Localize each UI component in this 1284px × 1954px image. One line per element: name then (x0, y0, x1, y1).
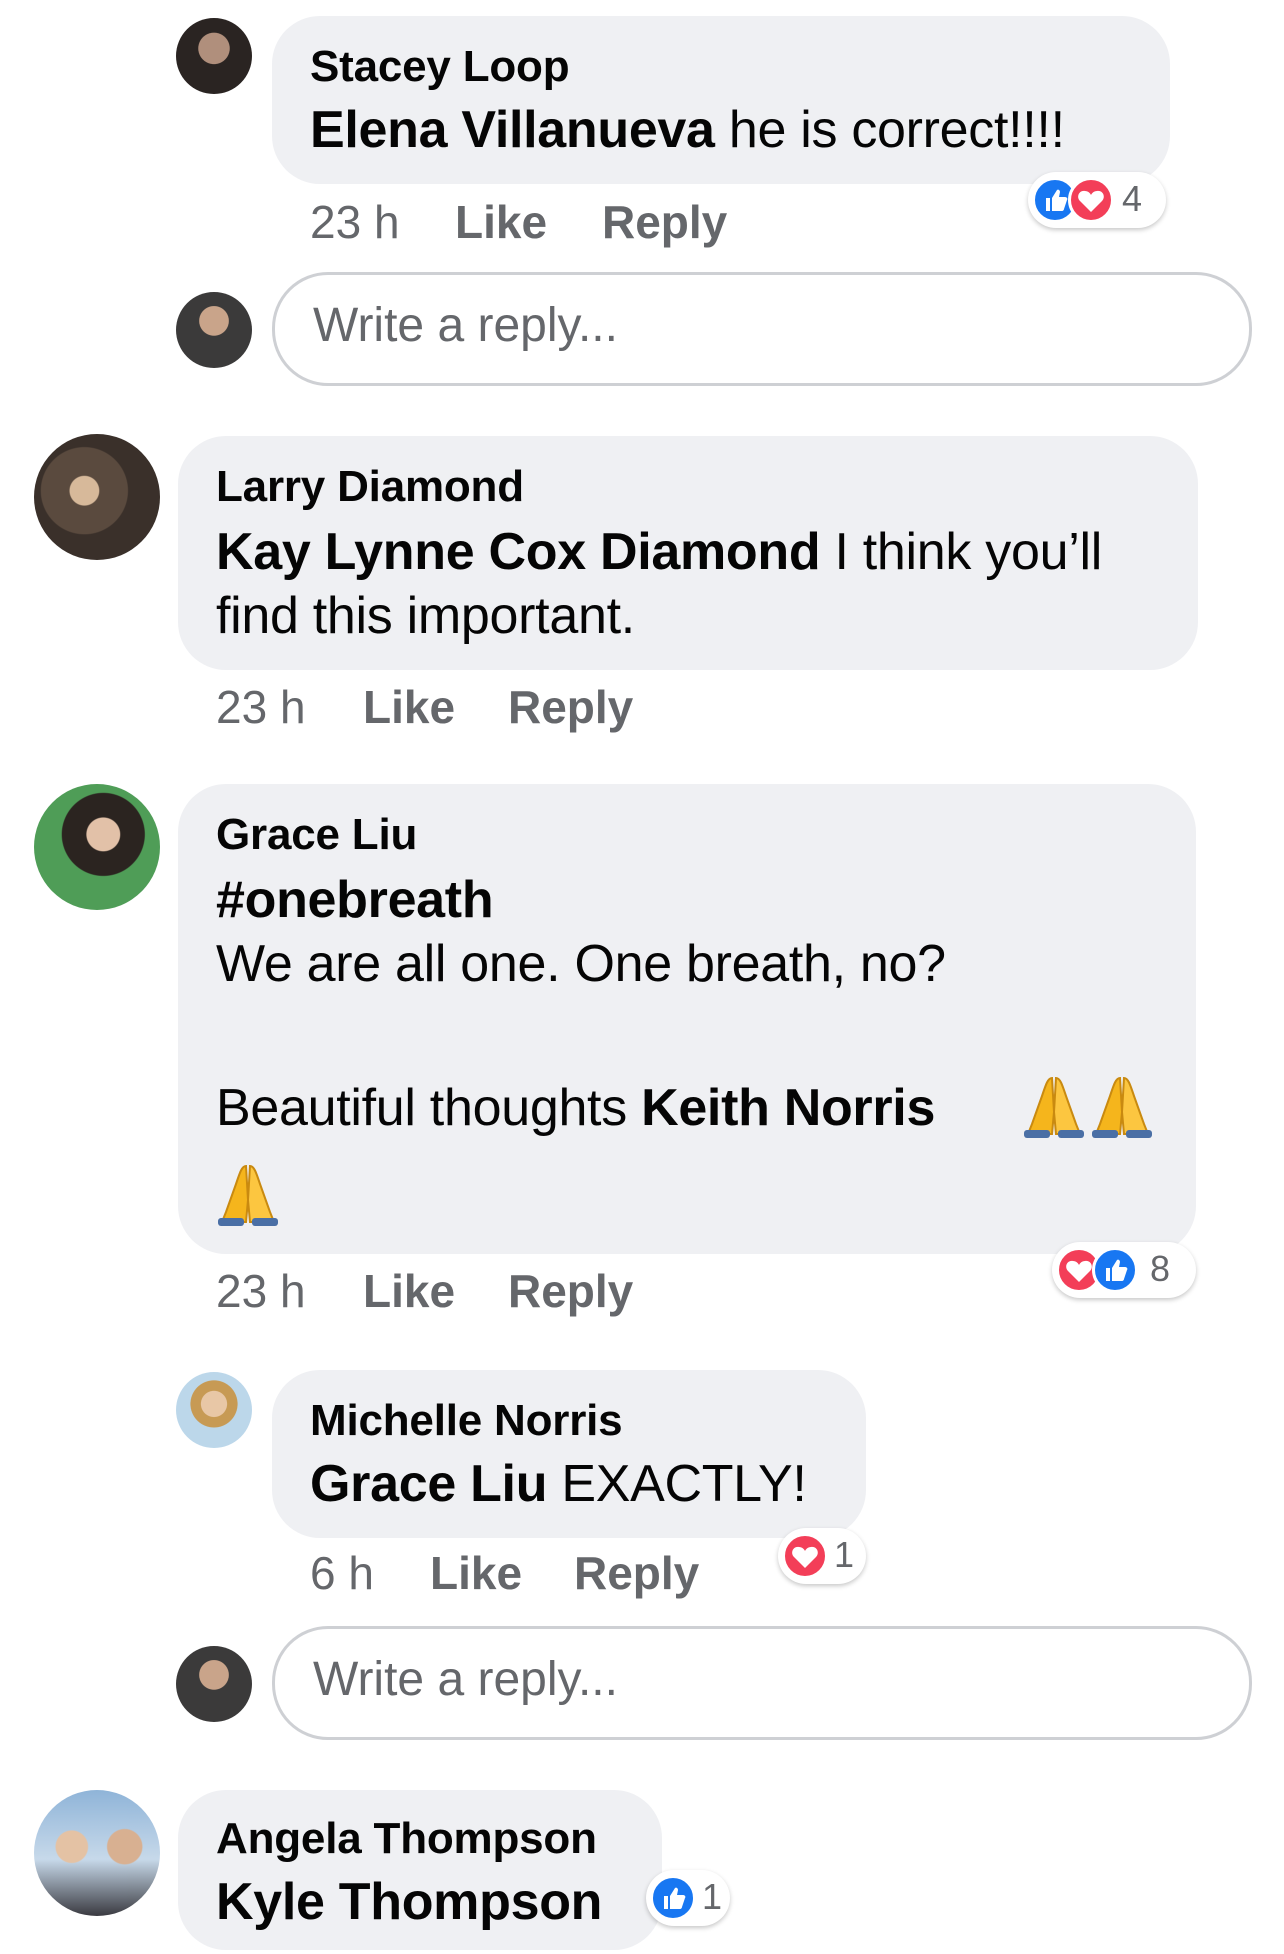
like-icon (1092, 1247, 1138, 1293)
comment-timestamp: 23 h (310, 196, 400, 248)
avatar-stacey-loop[interactable] (176, 18, 252, 94)
reaction-count: 1 (702, 1876, 723, 1917)
like-button[interactable]: Like (363, 680, 455, 734)
reply-input-container[interactable] (272, 272, 1252, 386)
comment-author[interactable]: Grace Liu (216, 810, 417, 860)
avatar-current-user (176, 1646, 252, 1722)
reply-button[interactable]: Reply (602, 195, 727, 249)
comment-timestamp: 6 h (310, 1547, 374, 1599)
avatar-current-user (176, 292, 252, 368)
reaction-count: 8 (1150, 1248, 1171, 1289)
comment-body: he is correct!!!! (714, 101, 1065, 159)
reaction-count: 1 (834, 1534, 855, 1575)
comment-timestamp: 23 h (216, 681, 306, 733)
reaction-summary[interactable]: 4 (1028, 172, 1166, 228)
like-button[interactable]: Like (455, 195, 547, 249)
reaction-summary[interactable]: 8 (1052, 1242, 1196, 1298)
avatar-grace-liu[interactable] (34, 784, 160, 910)
avatar-angela-thompson[interactable] (34, 1790, 160, 1916)
comment-author[interactable]: Larry Diamond (216, 462, 524, 512)
comment-text: Elena Villanueva he is correct!!!! (310, 100, 1065, 160)
comment-author[interactable]: Angela Thompson (216, 1814, 597, 1864)
comment-actions: 23 h Like Reply (216, 1264, 736, 1320)
reaction-count: 4 (1122, 178, 1143, 219)
reply-button[interactable]: Reply (508, 680, 633, 734)
reaction-summary[interactable]: 1 (646, 1870, 730, 1926)
comment-text-line: find this important. (216, 587, 635, 645)
comment-text: Kay Lynne Cox Diamond I think you’ll (216, 522, 1102, 582)
mention-link[interactable]: Grace Liu (310, 1455, 547, 1513)
reply-input[interactable] (311, 1643, 1195, 1715)
comment-text: Beautiful thoughts Keith Norris (216, 1078, 935, 1138)
avatar-michelle-norris[interactable] (176, 1372, 252, 1448)
comment-body: Beautiful thoughts (216, 1079, 642, 1137)
love-icon (782, 1533, 828, 1579)
like-button[interactable]: Like (363, 1264, 455, 1318)
mention-link[interactable]: Elena Villanueva (310, 101, 715, 159)
comment-author[interactable]: Stacey Loop (310, 42, 570, 92)
like-button[interactable]: Like (430, 1546, 522, 1600)
reply-button[interactable]: Reply (508, 1264, 633, 1318)
comment-author[interactable]: Michelle Norris (310, 1396, 623, 1446)
love-icon (1068, 177, 1114, 223)
avatar-larry-diamond[interactable] (34, 434, 160, 560)
like-icon (650, 1875, 696, 1921)
mention-link[interactable]: Keith Norris (641, 1079, 935, 1137)
comment-actions: 6 h Like Reply (310, 1546, 750, 1602)
folded-hands-icon (1092, 1076, 1152, 1138)
hashtag-link[interactable]: #onebreath (216, 870, 494, 930)
mention-link[interactable]: Kyle Thompson (216, 1873, 602, 1931)
reply-input[interactable] (311, 289, 1195, 361)
comment-timestamp: 23 h (216, 1265, 306, 1317)
comment-body: EXACTLY! (547, 1455, 807, 1513)
reaction-summary[interactable]: 1 (778, 1528, 866, 1584)
reply-button[interactable]: Reply (574, 1546, 699, 1600)
comment-text: Kyle Thompson (216, 1872, 602, 1932)
mention-link[interactable]: Kay Lynne Cox Diamond (216, 523, 821, 581)
comment-text-line: We are all one. One breath, no? (216, 935, 946, 993)
folded-hands-icon (218, 1164, 278, 1226)
folded-hands-icon (1024, 1076, 1084, 1138)
reply-input-container[interactable] (272, 1626, 1252, 1740)
comment-actions: 23 h Like Reply (216, 680, 736, 736)
comment-actions: 23 h Like Reply (310, 195, 830, 251)
comment-text: Grace Liu EXACTLY! (310, 1454, 807, 1514)
comment-body: I think you’ll (820, 523, 1102, 581)
